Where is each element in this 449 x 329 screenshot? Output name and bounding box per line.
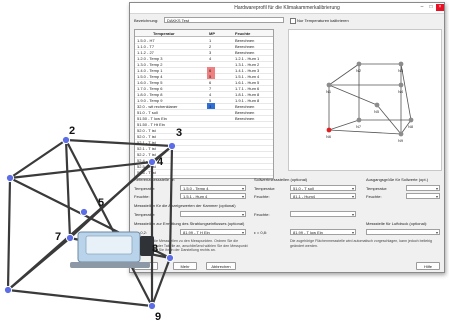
- chamber-cube-illustration: 2 3 4 5 7 8 9: [3, 125, 182, 323]
- node-label-2: 2: [69, 125, 75, 137]
- node-label-4: 4: [157, 156, 164, 168]
- radiation-sensor-device: [70, 231, 154, 268]
- node-label-5: 5: [98, 197, 104, 209]
- node-label-7: 7: [55, 231, 61, 243]
- node-label-9: 9: [155, 311, 161, 323]
- node-label-8: 8: [152, 243, 158, 255]
- node-label-3: 3: [176, 127, 182, 139]
